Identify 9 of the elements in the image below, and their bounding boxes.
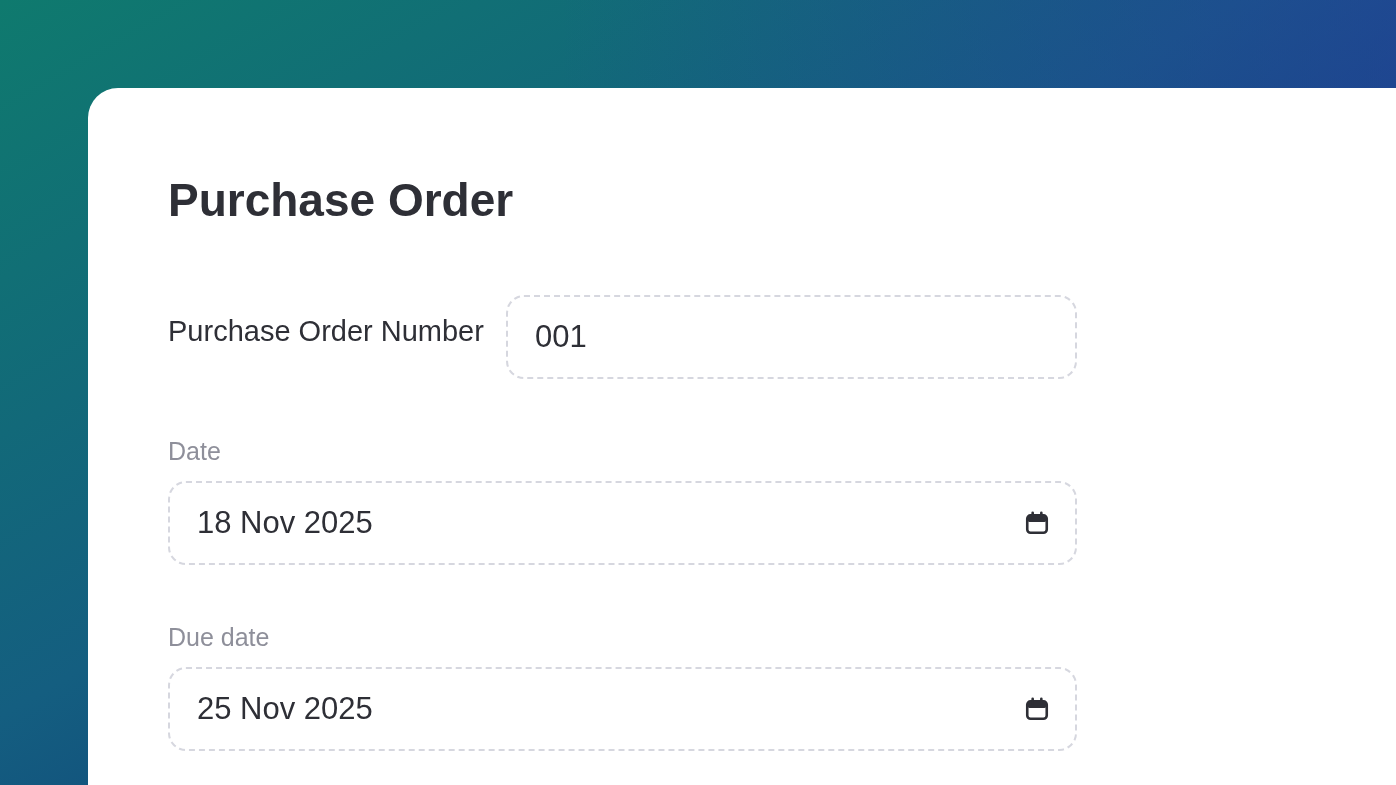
calendar-icon[interactable] (1024, 696, 1050, 722)
date-field[interactable]: 18 Nov 2025 (168, 481, 1077, 565)
field-label: Purchase Order Number (168, 314, 484, 348)
calendar-icon[interactable] (1024, 510, 1050, 536)
field-label: Due date (168, 623, 270, 652)
form-title: Purchase Order (168, 173, 514, 228)
date-field[interactable]: 25 Nov 2025 (168, 667, 1077, 751)
text-field[interactable]: 001 (505, 295, 1077, 379)
field-label: Date (168, 437, 221, 466)
